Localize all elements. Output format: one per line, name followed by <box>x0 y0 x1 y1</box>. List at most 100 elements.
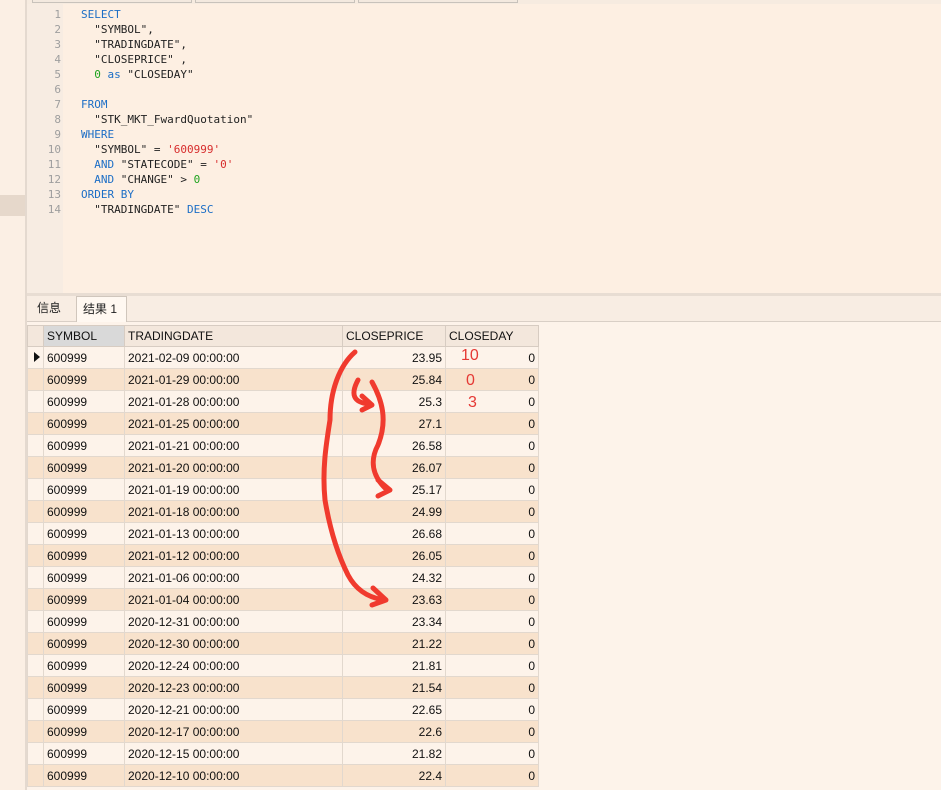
row-header[interactable] <box>27 588 44 611</box>
cell-closeday[interactable]: 0 <box>445 676 539 699</box>
row-header[interactable] <box>27 654 44 677</box>
table-row[interactable]: 600999 2021-01-21 00:00:00 26.58 0 <box>27 434 539 457</box>
cell-tradingdate[interactable]: 2021-01-12 00:00:00 <box>124 544 343 567</box>
cell-closeday[interactable]: 0 <box>445 478 539 501</box>
cell-symbol[interactable]: 600999 <box>43 390 125 413</box>
cell-closeprice[interactable]: 26.05 <box>342 544 446 567</box>
cell-closeprice[interactable]: 26.07 <box>342 456 446 479</box>
cell-symbol[interactable]: 600999 <box>43 610 125 633</box>
cell-closeday[interactable]: 0 <box>445 742 539 765</box>
code-line[interactable]: 0 as "CLOSEDAY" <box>81 67 193 82</box>
table-row[interactable]: 600999 2020-12-31 00:00:00 23.34 0 <box>27 610 539 633</box>
code-line[interactable]: WHERE <box>81 127 114 142</box>
cell-tradingdate[interactable]: 2021-01-19 00:00:00 <box>124 478 343 501</box>
table-row[interactable]: 600999 2021-01-06 00:00:00 24.32 0 <box>27 566 539 589</box>
cell-closeprice[interactable]: 25.3 <box>342 390 446 413</box>
cell-closeprice[interactable]: 26.68 <box>342 522 446 545</box>
cell-closeprice[interactable]: 25.84 <box>342 368 446 391</box>
cell-symbol[interactable]: 600999 <box>43 434 125 457</box>
cell-tradingdate[interactable]: 2021-01-04 00:00:00 <box>124 588 343 611</box>
code-line[interactable]: ORDER BY <box>81 187 134 202</box>
cell-closeday[interactable]: 0 <box>445 654 539 677</box>
cell-tradingdate[interactable]: 2021-01-13 00:00:00 <box>124 522 343 545</box>
row-header[interactable] <box>27 632 44 655</box>
row-header[interactable] <box>27 522 44 545</box>
cell-tradingdate[interactable]: 2021-02-09 00:00:00 <box>124 346 343 369</box>
column-header-closeprice[interactable]: CLOSEPRICE <box>342 325 446 347</box>
cell-closeday[interactable]: 0 <box>445 720 539 743</box>
cell-symbol[interactable]: 600999 <box>43 720 125 743</box>
cell-symbol[interactable]: 600999 <box>43 632 125 655</box>
tab-result-1[interactable]: 结果 1 <box>76 296 127 322</box>
code-line[interactable]: "SYMBOL", <box>81 22 154 37</box>
cell-closeday[interactable]: 0 <box>445 764 539 787</box>
tab-info[interactable]: 信息 <box>31 296 69 321</box>
row-header[interactable] <box>27 698 44 721</box>
cell-symbol[interactable]: 600999 <box>43 698 125 721</box>
row-header[interactable] <box>27 412 44 435</box>
cell-symbol[interactable]: 600999 <box>43 500 125 523</box>
table-row[interactable]: 600999 2020-12-10 00:00:00 22.4 0 <box>27 764 539 787</box>
cell-closeprice[interactable]: 23.95 <box>342 346 446 369</box>
cell-symbol[interactable]: 600999 <box>43 588 125 611</box>
cell-tradingdate[interactable]: 2020-12-31 00:00:00 <box>124 610 343 633</box>
result-grid[interactable]: SYMBOL TRADINGDATE CLOSEPRICE CLOSEDAY 6… <box>27 325 539 787</box>
code-line[interactable]: "STK_MKT_FwardQuotation" <box>81 112 253 127</box>
table-row[interactable]: 600999 2020-12-30 00:00:00 21.22 0 <box>27 632 539 655</box>
cell-tradingdate[interactable]: 2021-01-20 00:00:00 <box>124 456 343 479</box>
cell-symbol[interactable]: 600999 <box>43 368 125 391</box>
table-row[interactable]: 600999 2020-12-15 00:00:00 21.82 0 <box>27 742 539 765</box>
cell-closeday[interactable]: 0 <box>445 522 539 545</box>
row-header[interactable] <box>27 390 44 413</box>
row-header[interactable] <box>27 676 44 699</box>
cell-symbol[interactable]: 600999 <box>43 676 125 699</box>
cell-tradingdate[interactable]: 2020-12-24 00:00:00 <box>124 654 343 677</box>
cell-tradingdate[interactable]: 2021-01-25 00:00:00 <box>124 412 343 435</box>
row-header[interactable] <box>27 764 44 787</box>
cell-tradingdate[interactable]: 2021-01-21 00:00:00 <box>124 434 343 457</box>
cell-closeday[interactable]: 0 <box>445 698 539 721</box>
code-line[interactable]: AND "STATECODE" = '0' <box>81 157 233 172</box>
cell-tradingdate[interactable]: 2020-12-21 00:00:00 <box>124 698 343 721</box>
code-line[interactable]: SELECT <box>81 7 121 22</box>
cell-closeprice[interactable]: 22.6 <box>342 720 446 743</box>
row-header[interactable] <box>27 456 44 479</box>
table-row[interactable]: 600999 2020-12-21 00:00:00 22.65 0 <box>27 698 539 721</box>
cell-tradingdate[interactable]: 2020-12-17 00:00:00 <box>124 720 343 743</box>
code-line[interactable]: "CLOSEPRICE" , <box>81 52 187 67</box>
table-row[interactable]: 600999 2021-01-25 00:00:00 27.1 0 <box>27 412 539 435</box>
cell-symbol[interactable]: 600999 <box>43 654 125 677</box>
table-row[interactable]: 600999 2020-12-17 00:00:00 22.6 0 <box>27 720 539 743</box>
cell-closeprice[interactable]: 23.63 <box>342 588 446 611</box>
row-header[interactable] <box>27 610 44 633</box>
cell-closeday[interactable]: 0 <box>445 456 539 479</box>
code-line[interactable]: "TRADINGDATE", <box>81 37 187 52</box>
row-header[interactable] <box>27 500 44 523</box>
cell-tradingdate[interactable]: 2020-12-10 00:00:00 <box>124 764 343 787</box>
cell-symbol[interactable]: 600999 <box>43 522 125 545</box>
table-row[interactable]: 600999 2021-01-20 00:00:00 26.07 0 <box>27 456 539 479</box>
cell-closeprice[interactable]: 22.4 <box>342 764 446 787</box>
column-header-symbol[interactable]: SYMBOL <box>43 325 125 347</box>
row-header[interactable] <box>27 566 44 589</box>
cell-closeprice[interactable]: 24.32 <box>342 566 446 589</box>
table-row[interactable]: 600999 2021-01-12 00:00:00 26.05 0 <box>27 544 539 567</box>
row-header[interactable] <box>27 434 44 457</box>
cell-closeday[interactable]: 0 <box>445 610 539 633</box>
cell-symbol[interactable]: 600999 <box>43 412 125 435</box>
query-tab[interactable] <box>195 0 355 3</box>
cell-closeprice[interactable]: 27.1 <box>342 412 446 435</box>
table-row[interactable]: 600999 2021-01-04 00:00:00 23.63 0 <box>27 588 539 611</box>
cell-symbol[interactable]: 600999 <box>43 346 125 369</box>
row-header[interactable] <box>27 368 44 391</box>
cell-symbol[interactable]: 600999 <box>43 742 125 765</box>
cell-tradingdate[interactable]: 2021-01-18 00:00:00 <box>124 500 343 523</box>
cell-closeday[interactable]: 0 <box>445 588 539 611</box>
query-tab[interactable] <box>32 0 192 3</box>
cell-closeprice[interactable]: 26.58 <box>342 434 446 457</box>
cell-closeprice[interactable]: 24.99 <box>342 500 446 523</box>
table-row[interactable]: 600999 2021-01-29 00:00:00 25.84 0 <box>27 368 539 391</box>
column-header-tradingdate[interactable]: TRADINGDATE <box>124 325 343 347</box>
row-header[interactable] <box>27 346 44 369</box>
cell-symbol[interactable]: 600999 <box>43 764 125 787</box>
